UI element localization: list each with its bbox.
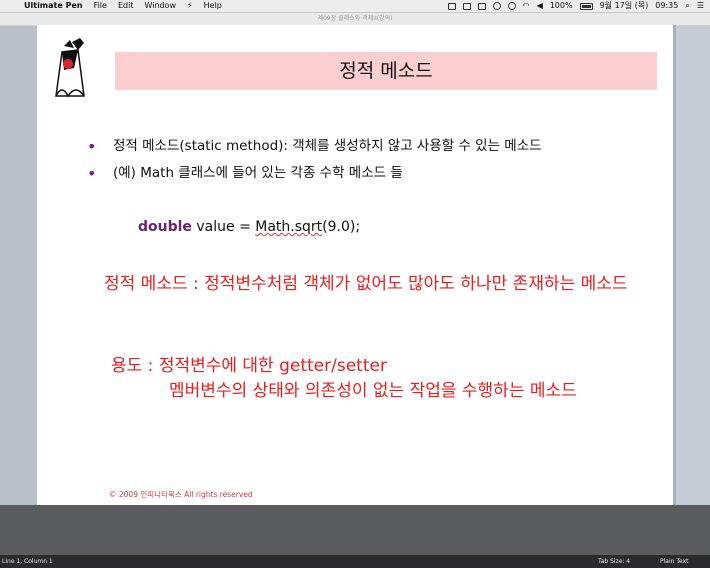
- note-usage-line1: 용도 : 정적변수에 대한 getter/setter: [111, 356, 387, 376]
- status-bar: Line 1, Column 1 Tab Size: 4 Plain Text: [0, 555, 710, 568]
- code-call: Math.sqrt: [255, 219, 323, 235]
- bullet-icon: •: [87, 137, 97, 156]
- code-text: value =: [191, 219, 256, 235]
- date-label[interactable]: 9월 17일 (목): [600, 0, 649, 12]
- java-duke-logo: [55, 38, 85, 98]
- note-usage: 용도 : 정적변수에 대한 getter/setter 멤버변수의 상태와 의존…: [111, 354, 671, 404]
- dropbox-icon[interactable]: [462, 2, 471, 10]
- note-static-method: 정적 메소드 : 정적변수처럼 객체가 없어도 많아도 하나만 존재하는 메소드: [104, 274, 628, 294]
- menu-window[interactable]: Window: [144, 0, 176, 12]
- code-keyword: double: [138, 219, 192, 235]
- bullet-icon: •: [87, 164, 97, 183]
- notification-list-icon[interactable]: ☰: [697, 0, 704, 12]
- menu-edit[interactable]: Edit: [118, 0, 134, 12]
- cursor-position: Line 1, Column 1: [2, 558, 53, 565]
- time-label[interactable]: 09:35: [655, 0, 678, 12]
- document-window: 제09장 클래스와 객체II(강의) 정적 메소드 • 정적 메소드(stati…: [0, 13, 710, 512]
- menu-bar: Ultimate Pen File Edit Window ⚡ Help ◠ ◀…: [0, 0, 710, 13]
- list-item: • 정적 메소드(static method): 객체를 생성하지 않고 사용할…: [87, 133, 542, 160]
- right-panel: [673, 25, 710, 505]
- pen-icon[interactable]: [492, 2, 501, 10]
- slide-title: 정적 메소드: [339, 60, 433, 82]
- editor-background: [0, 505, 710, 555]
- copy-icon[interactable]: [477, 2, 486, 10]
- slide-title-bar: 정적 메소드: [115, 52, 657, 90]
- volume-icon[interactable]: ◀: [537, 0, 543, 12]
- menu-file[interactable]: File: [94, 0, 107, 12]
- copyright-text: © 2009 인피니티북스 All rights reserved: [109, 490, 253, 499]
- syntax-selector[interactable]: Plain Text: [660, 555, 688, 568]
- note-usage-line2: 멤버변수의 상태와 의존성이 없는 작업을 수행하는 메소드: [169, 381, 577, 401]
- list-item: • (예) Math 클래스에 들어 있는 각종 수학 메소드 들: [87, 160, 542, 187]
- app-menu[interactable]: Ultimate Pen: [24, 0, 83, 12]
- code-text-end: (9.0);: [322, 219, 361, 235]
- bullet-text: 정적 메소드(static method): 객체를 생성하지 않고 사용할 수…: [113, 138, 542, 154]
- clock-icon[interactable]: [507, 2, 516, 10]
- tab-size-selector[interactable]: Tab Size: 4: [598, 555, 630, 568]
- battery-icon[interactable]: [579, 2, 593, 10]
- display-icon[interactable]: [447, 2, 456, 10]
- slide: 정적 메소드 • 정적 메소드(static method): 객체를 생성하지…: [37, 25, 673, 512]
- bolt-icon[interactable]: ⚡: [187, 0, 193, 12]
- bullet-text: (예) Math 클래스에 들어 있는 각종 수학 메소드 들: [113, 165, 403, 181]
- menu-help[interactable]: Help: [204, 0, 222, 12]
- search-icon[interactable]: ⌕: [685, 0, 689, 12]
- battery-percent[interactable]: 100%: [550, 0, 573, 12]
- wifi-icon[interactable]: ◠: [523, 0, 530, 12]
- bullet-list: • 정적 메소드(static method): 객체를 생성하지 않고 사용할…: [87, 133, 542, 187]
- code-example: double value = Math.sqrt(9.0);: [138, 219, 360, 235]
